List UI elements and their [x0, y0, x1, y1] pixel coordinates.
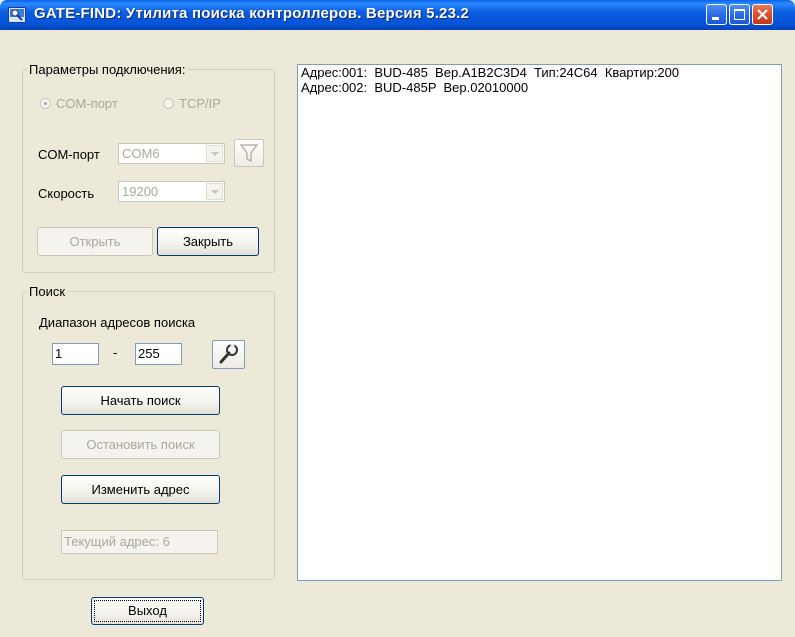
- wrench-button[interactable]: [212, 340, 245, 369]
- chevron-down-icon[interactable]: [206, 183, 223, 200]
- list-item[interactable]: Адрес:001: BUD-485 Вер.A1B2C3D4 Тип:24C6…: [298, 65, 781, 80]
- main-window: GATE-FIND: Утилита поиска контроллеров. …: [0, 0, 795, 637]
- start-search-button[interactable]: Начать поиск: [61, 386, 220, 415]
- speed-select[interactable]: 19200: [118, 181, 225, 202]
- com-port-value: COM6: [122, 146, 160, 161]
- minimize-button[interactable]: [706, 4, 727, 25]
- filter-button[interactable]: [234, 139, 264, 167]
- maximize-button[interactable]: [729, 4, 750, 25]
- close-port-button[interactable]: Закрыть: [157, 227, 259, 256]
- title-bar[interactable]: GATE-FIND: Утилита поиска контроллеров. …: [0, 0, 795, 30]
- results-list[interactable]: Адрес:001: BUD-485 Вер.A1B2C3D4 Тип:24C6…: [297, 64, 782, 581]
- chevron-down-icon[interactable]: [206, 145, 223, 162]
- filter-icon: [239, 144, 259, 162]
- change-address-button[interactable]: Изменить адрес: [61, 475, 220, 504]
- com-port-select[interactable]: COM6: [118, 143, 225, 164]
- wrench-icon: [219, 344, 238, 364]
- maximize-icon: [734, 9, 745, 20]
- range-from-input[interactable]: 1: [52, 343, 99, 365]
- radio-tcp-ip-circle[interactable]: [163, 98, 174, 109]
- com-port-label: COM-порт: [38, 147, 100, 162]
- list-item[interactable]: Адрес:002: BUD-485P Вер.02010000: [298, 80, 781, 95]
- connection-legend: Параметры подключения:: [29, 62, 186, 77]
- radio-com-port[interactable]: COM-порт: [40, 96, 118, 111]
- stop-search-button[interactable]: Остановить поиск: [61, 430, 220, 459]
- window-title: GATE-FIND: Утилита поиска контроллеров. …: [34, 5, 470, 22]
- radio-tcp-ip[interactable]: TCP/IP: [163, 96, 221, 111]
- range-label: Диапазон адресов поиска: [39, 315, 196, 330]
- minimize-icon: [712, 17, 719, 20]
- speed-label: Скорость: [38, 186, 95, 201]
- exit-button[interactable]: Выход: [91, 597, 204, 625]
- radio-tcp-ip-label: TCP/IP: [179, 96, 221, 111]
- range-separator: -: [113, 345, 118, 360]
- app-icon: [8, 7, 26, 23]
- close-icon: [757, 9, 768, 20]
- current-address-field: Текущий адрес: 6: [61, 530, 218, 554]
- open-button[interactable]: Открыть: [37, 227, 153, 256]
- range-to-input[interactable]: 255: [135, 343, 182, 365]
- speed-value: 19200: [122, 184, 159, 199]
- close-button[interactable]: [752, 4, 773, 25]
- radio-com-port-label: COM-порт: [56, 96, 118, 111]
- radio-com-port-circle[interactable]: [40, 98, 51, 109]
- search-legend: Поиск: [29, 284, 66, 299]
